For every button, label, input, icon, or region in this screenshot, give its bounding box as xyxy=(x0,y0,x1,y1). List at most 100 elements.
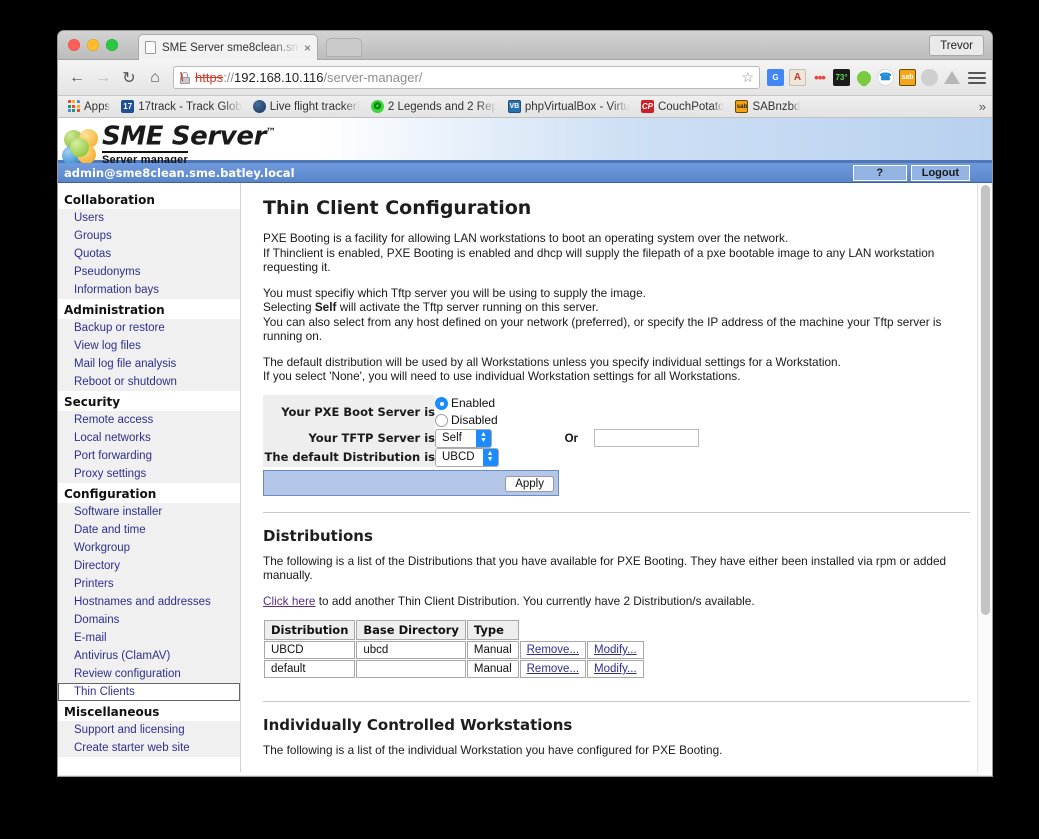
tftp-ip-input[interactable] xyxy=(594,428,700,447)
radio-enabled-icon[interactable] xyxy=(435,396,448,410)
sidebar-group-miscellaneous: Miscellaneous xyxy=(64,705,160,719)
chevron-updown-icon[interactable]: ▲ ▼ xyxy=(482,448,498,466)
reload-icon[interactable]: ↻ xyxy=(116,65,142,91)
apply-button[interactable]: Apply xyxy=(505,475,554,492)
sidebar-item-groups[interactable]: Groups xyxy=(58,227,240,245)
table-row: UBCD ubcd Manual Remove... Modify... xyxy=(264,641,644,659)
page-scrollbar[interactable] xyxy=(977,183,992,772)
home-icon[interactable]: ⌂ xyxy=(142,65,168,91)
browser-tab[interactable]: SME Server sme8clean.sme × xyxy=(138,34,318,60)
sidebar-item-hostnames-and-addresses[interactable]: Hostnames and addresses xyxy=(58,593,240,611)
chevron-updown-icon[interactable]: ▲ ▼ xyxy=(476,429,491,447)
sidebar-item-port-forwarding[interactable]: Port forwarding xyxy=(58,447,240,465)
cell-type: Manual xyxy=(466,641,519,659)
radio-disabled-icon[interactable] xyxy=(435,413,448,427)
sidebar-item-workgroup[interactable]: Workgroup xyxy=(58,539,240,557)
close-icon[interactable]: × xyxy=(300,42,311,54)
scrollbar-thumb[interactable] xyxy=(981,185,990,615)
pxe-boot-server-row: Your PXE Boot Server is Enabled Disabled xyxy=(263,394,699,429)
sabnzbd-bookmark-icon: sab xyxy=(735,100,749,113)
tftp-server-label: Your TFTP Server is xyxy=(263,428,435,448)
dictionary-icon[interactable] xyxy=(789,69,806,86)
remove-link[interactable]: Remove... xyxy=(527,663,579,675)
user-bar-actions: ? Logout xyxy=(852,165,970,181)
sidebar-item-email[interactable]: E-mail xyxy=(58,629,240,647)
sidebar-item-mail-log-file-analysis[interactable]: Mail log file analysis xyxy=(58,355,240,373)
phone-icon[interactable]: ☎ xyxy=(877,69,894,86)
intro-line-1: PXE Booting is a facility for allowing L… xyxy=(263,231,789,245)
profile-button[interactable]: Trevor xyxy=(929,35,984,56)
pxe-disabled-option[interactable]: Disabled xyxy=(435,412,499,429)
sidebar: Collaboration Users Groups Quotas Pseudo… xyxy=(58,183,241,772)
bookmark-label: Live flight tracker! xyxy=(269,100,360,113)
remove-link[interactable]: Remove... xyxy=(527,644,579,656)
tftp-server-select[interactable]: Self ▲ ▼ xyxy=(435,428,492,448)
trademark-symbol: ™ xyxy=(266,127,276,138)
bookmark-couchpotato[interactable]: CP CouchPotato xyxy=(638,99,731,114)
default-distribution-label: The default Distribution is xyxy=(263,447,435,467)
sidebar-item-backup-or-restore[interactable]: Backup or restore xyxy=(58,319,240,337)
sidebar-item-proxy-settings[interactable]: Proxy settings xyxy=(58,465,240,483)
sidebar-item-support-and-licensing[interactable]: Support and licensing xyxy=(58,721,240,739)
bookmark-apps[interactable]: Apps xyxy=(64,99,116,114)
table-header-row: Distribution Base Directory Type xyxy=(264,620,644,640)
logout-button[interactable]: Logout xyxy=(910,165,970,181)
sidebar-item-remote-access[interactable]: Remote access xyxy=(58,411,240,429)
tftp-line-3: You can also select from any host define… xyxy=(263,314,942,344)
sidebar-item-quotas[interactable]: Quotas xyxy=(58,245,240,263)
brand-title: SME Server™ xyxy=(102,120,276,150)
sidebar-item-users[interactable]: Users xyxy=(58,209,240,227)
forward-icon[interactable]: → xyxy=(90,65,116,91)
maximize-window-button[interactable] xyxy=(106,39,118,51)
address-bar[interactable]: \ https://192.168.10.116/server-manager/… xyxy=(173,66,760,89)
weather-icon[interactable]: 73° xyxy=(833,69,850,86)
cell-distribution: UBCD xyxy=(264,641,356,659)
sidebar-item-directory[interactable]: Directory xyxy=(58,557,240,575)
help-button[interactable]: ? xyxy=(852,165,907,181)
sidebar-item-view-log-files[interactable]: View log files xyxy=(58,337,240,355)
grey-circle-icon[interactable] xyxy=(921,69,938,86)
cell-modify: Modify... xyxy=(587,660,644,678)
sabnzbd-icon[interactable]: sab xyxy=(899,69,916,86)
sidebar-item-local-networks[interactable]: Local networks xyxy=(58,429,240,447)
sidebar-item-software-installer[interactable]: Software installer xyxy=(58,503,240,521)
click-here-link[interactable]: Click here xyxy=(263,594,315,608)
sidebar-item-reboot-or-shutdown[interactable]: Reboot or shutdown xyxy=(58,373,240,391)
sidebar-item-thin-clients[interactable]: Thin Clients xyxy=(58,683,240,701)
distributions-title: Distributions xyxy=(263,526,373,545)
balloon-icon[interactable] xyxy=(855,69,872,86)
sidebar-item-pseudonyms[interactable]: Pseudonyms xyxy=(58,263,240,281)
bookmark-2-legends[interactable]: ✪ 2 Legends and 2 Rep xyxy=(368,99,503,114)
minimize-window-button[interactable] xyxy=(87,39,99,51)
bookmark-live-flight-tracker[interactable]: Live flight tracker! xyxy=(250,99,366,114)
tab-title: SME Server sme8clean.sme xyxy=(162,41,300,54)
sidebar-item-create-starter-web-site[interactable]: Create starter web site xyxy=(58,739,240,757)
sidebar-item-printers[interactable]: Printers xyxy=(58,575,240,593)
back-icon[interactable]: ← xyxy=(64,65,90,91)
tftp-or-cell: Or xyxy=(499,428,700,448)
pxe-enabled-option[interactable]: Enabled xyxy=(435,395,499,412)
hamburger-menu-icon[interactable] xyxy=(968,71,986,84)
drive-icon[interactable] xyxy=(943,69,960,86)
sidebar-item-information-bays[interactable]: Information bays xyxy=(58,281,240,299)
close-window-button[interactable] xyxy=(68,39,80,51)
modify-link[interactable]: Modify... xyxy=(594,663,637,675)
bookmark-sabnzbd[interactable]: sab SABnzbd xyxy=(732,99,806,114)
sidebar-item-review-configuration[interactable]: Review configuration xyxy=(58,665,240,683)
default-distribution-select[interactable]: UBCD ▲ ▼ xyxy=(435,447,499,467)
tftp-self-bold: Self xyxy=(314,300,337,314)
sidebar-item-domains[interactable]: Domains xyxy=(58,611,240,629)
sidebar-item-antivirus[interactable]: Antivirus (ClamAV) xyxy=(58,647,240,665)
modify-link[interactable]: Modify... xyxy=(594,644,637,656)
adblock-dots-icon[interactable]: ••• xyxy=(811,69,828,86)
bookmarks-overflow-icon[interactable]: » xyxy=(979,99,986,114)
sidebar-item-date-and-time[interactable]: Date and time xyxy=(58,521,240,539)
bookmark-star-icon[interactable]: ☆ xyxy=(737,69,754,86)
bookmark-17track[interactable]: 17 17track - Track Glob xyxy=(118,99,248,114)
google-translate-icon[interactable]: G xyxy=(767,69,784,86)
broken-lock-icon[interactable]: \ xyxy=(179,70,192,85)
new-tab-button[interactable] xyxy=(326,38,362,57)
tftp-line-2-post: will activate the Tftp server running on… xyxy=(336,300,599,314)
tftp-server-value: Self xyxy=(442,432,462,444)
bookmark-phpvirtualbox[interactable]: VB phpVirtualBox - Virtu xyxy=(505,99,636,114)
